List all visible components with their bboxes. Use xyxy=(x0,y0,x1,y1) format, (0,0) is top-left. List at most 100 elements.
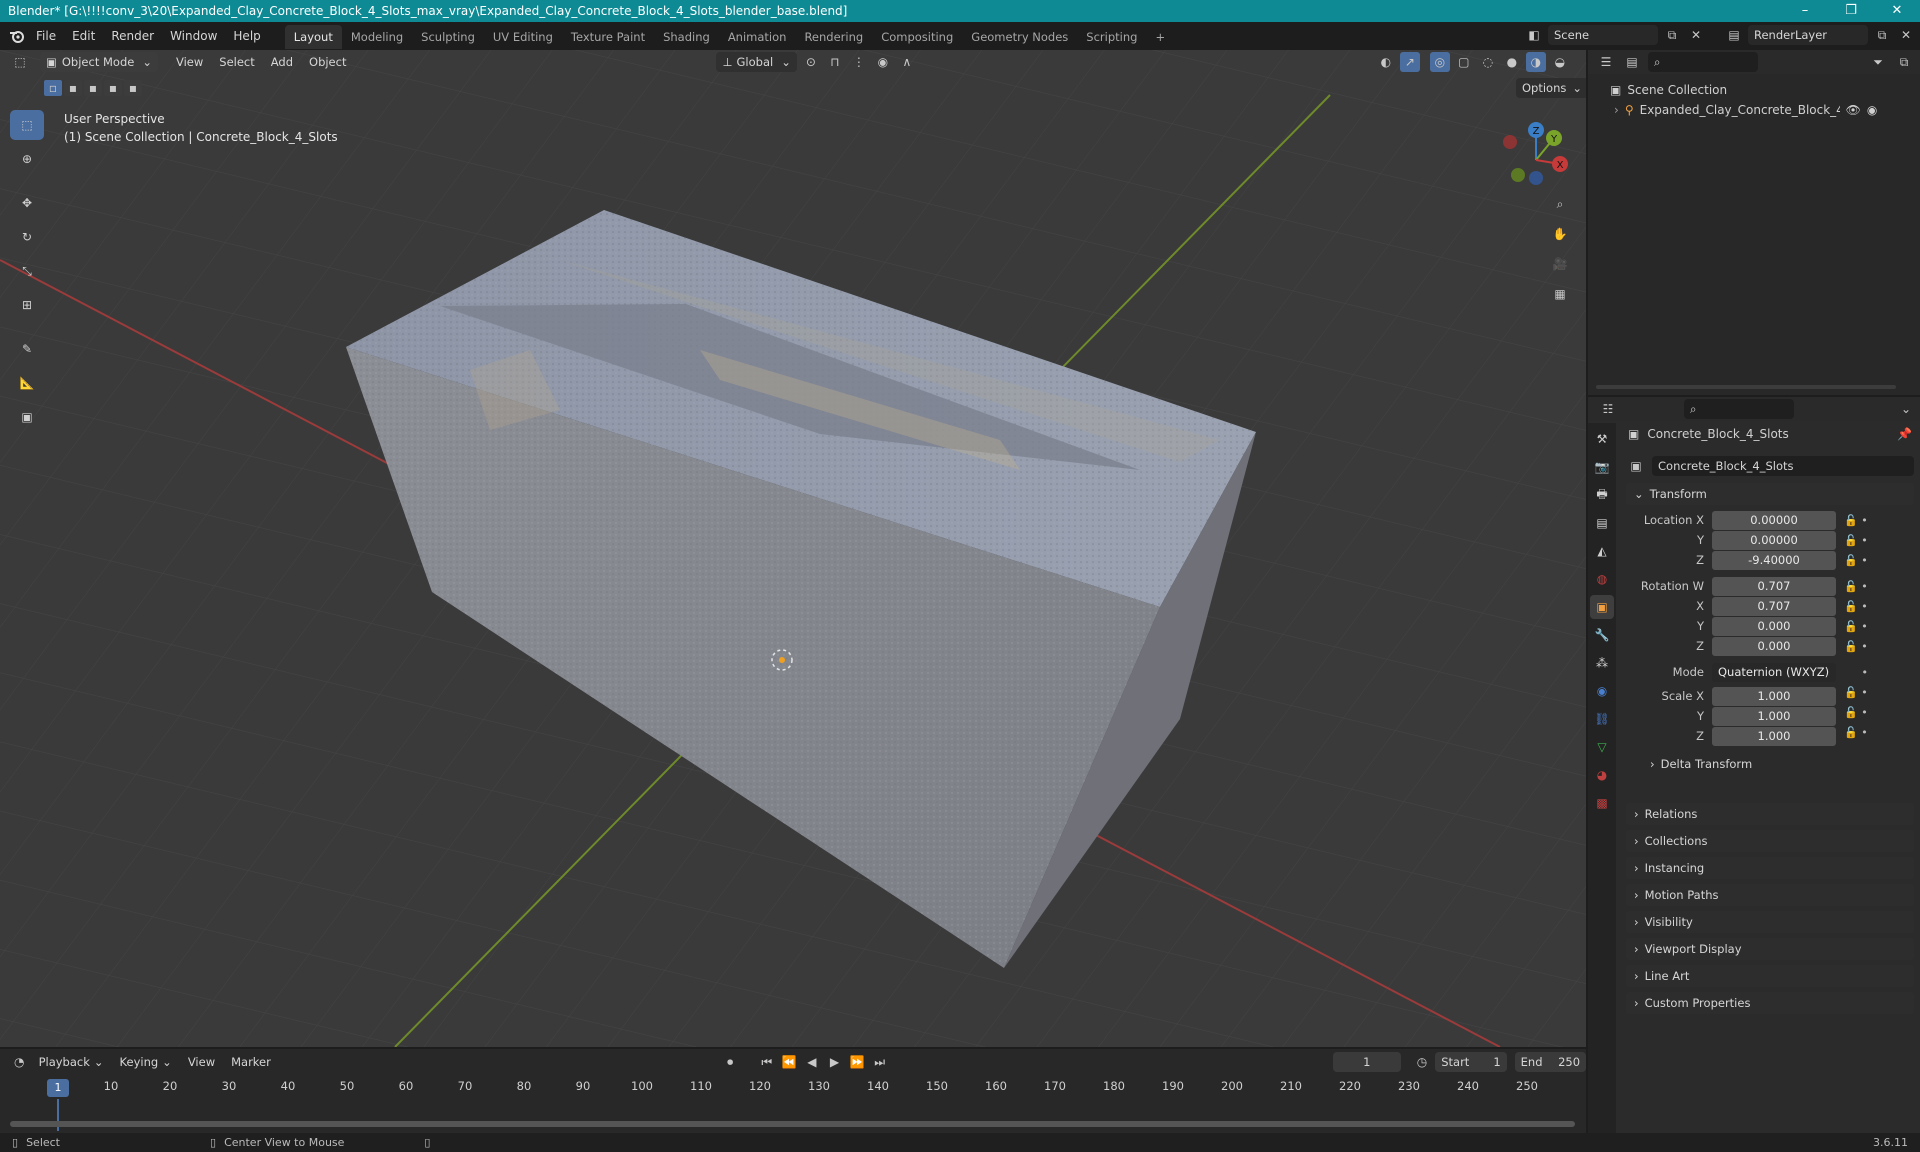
camera-render-icon[interactable]: ◉ xyxy=(1867,100,1877,120)
outliner-editor-icon[interactable]: ☰ xyxy=(1596,52,1616,72)
object-data-dropdown-icon[interactable]: ▣ xyxy=(1626,456,1646,476)
properties-editor-icon[interactable]: ☷ xyxy=(1598,399,1618,419)
material-tab-icon[interactable]: ◕ xyxy=(1590,763,1614,787)
scene-tab-icon[interactable]: ◭ xyxy=(1590,539,1614,563)
view-layer-icon[interactable]: ▤ xyxy=(1724,25,1744,45)
panel-line-art[interactable]: › Line Art xyxy=(1626,965,1914,987)
cursor-tool[interactable]: ⊕ xyxy=(10,144,44,174)
select-new-icon[interactable]: ▫ xyxy=(44,80,62,96)
rendered-shading-icon[interactable]: ◒ xyxy=(1550,52,1570,72)
tool-tab-icon[interactable]: ⚒ xyxy=(1590,427,1614,451)
tab-sculpting[interactable]: Sculpting xyxy=(412,25,484,49)
scene-name-field[interactable]: Scene xyxy=(1548,25,1658,45)
add-workspace-button[interactable]: + xyxy=(1146,25,1174,49)
orthographic-grid-icon[interactable]: ▦ xyxy=(1550,284,1570,304)
world-tab-icon[interactable]: ◍ xyxy=(1590,567,1614,591)
lock-icon[interactable]: 🔓 • xyxy=(1844,637,1904,657)
new-scene-icon[interactable]: ⧉ xyxy=(1662,25,1682,45)
render-tab-icon[interactable]: 📷 xyxy=(1590,455,1614,479)
menu-help[interactable]: Help xyxy=(225,22,268,50)
keyframe-dot-icon[interactable]: • xyxy=(1844,663,1904,683)
select-box-tool[interactable]: ⬚ xyxy=(10,110,44,140)
delta-transform-panel[interactable]: › Delta Transform xyxy=(1626,753,1914,775)
end-frame-field[interactable]: End 250 xyxy=(1514,1052,1587,1072)
tab-shading[interactable]: Shading xyxy=(654,25,719,49)
select-invert-icon[interactable]: ▪ xyxy=(104,80,122,96)
panel-custom-properties[interactable]: › Custom Properties xyxy=(1626,992,1914,1014)
tab-rendering[interactable]: Rendering xyxy=(795,25,872,49)
mode-dropdown[interactable]: ▣ Object Mode ⌄ xyxy=(40,52,158,72)
rotation-w-field[interactable]: 0.707 xyxy=(1712,577,1836,596)
scene-icon[interactable]: ◧ xyxy=(1524,25,1544,45)
menu-view[interactable]: View xyxy=(170,52,209,72)
lock-icon[interactable]: 🔓 • xyxy=(1844,683,1904,703)
start-frame-field[interactable]: Start 1 xyxy=(1435,1052,1507,1072)
tab-uv-editing[interactable]: UV Editing xyxy=(484,25,562,49)
tab-modeling[interactable]: Modeling xyxy=(342,25,412,49)
display-mode-icon[interactable]: ▤ xyxy=(1622,52,1642,72)
expand-arrow-icon[interactable]: › xyxy=(1614,100,1619,120)
lock-icon[interactable]: 🔓 • xyxy=(1844,703,1904,723)
frame-ruler[interactable]: 1 10 20 30 40 50 60 70 80 90 100 110 120… xyxy=(0,1079,1586,1099)
pivot-point-icon[interactable]: ⊙ xyxy=(801,52,821,72)
location-y-field[interactable]: 0.00000 xyxy=(1712,531,1836,550)
transform-panel-header[interactable]: ⌄ Transform xyxy=(1626,483,1914,505)
rotation-y-field[interactable]: 0.000 xyxy=(1712,617,1836,636)
timeline-editor-icon[interactable]: ◔ xyxy=(10,1052,29,1072)
panel-viewport-display[interactable]: › Viewport Display xyxy=(1626,938,1914,960)
xray-icon[interactable]: ▢ xyxy=(1454,52,1474,72)
annotate-tool[interactable]: ✎ xyxy=(10,334,44,364)
tab-animation[interactable]: Animation xyxy=(719,25,796,49)
timer-icon[interactable]: ◷ xyxy=(1413,1052,1432,1072)
tab-geometry-nodes[interactable]: Geometry Nodes xyxy=(962,25,1077,49)
minimize-button[interactable]: – xyxy=(1782,0,1828,22)
scale-y-field[interactable]: 1.000 xyxy=(1712,707,1836,726)
tab-texture-paint[interactable]: Texture Paint xyxy=(562,25,654,49)
play-reverse-icon[interactable]: ◀ xyxy=(803,1052,822,1072)
panel-motion-paths[interactable]: › Motion Paths xyxy=(1626,884,1914,906)
options-dropdown[interactable]: Options ⌄ xyxy=(1516,78,1586,98)
new-view-layer-icon[interactable]: ⧉ xyxy=(1872,25,1892,45)
panel-visibility[interactable]: › Visibility xyxy=(1626,911,1914,933)
proportional-edit-icon[interactable]: ◉ xyxy=(873,52,893,72)
object-name-field[interactable]: Concrete_Block_4_Slots xyxy=(1652,456,1914,476)
transform-orientation-dropdown[interactable]: ⊥ Global ⌄ xyxy=(716,52,797,72)
solid-shading-icon[interactable]: ● xyxy=(1502,52,1522,72)
rotate-tool[interactable]: ↻ xyxy=(10,222,44,252)
lock-icon[interactable]: 🔓 • xyxy=(1844,511,1904,531)
timeline-scrollbar[interactable] xyxy=(10,1121,1575,1127)
delete-view-layer-icon[interactable]: ✕ xyxy=(1896,25,1916,45)
panel-instancing[interactable]: › Instancing xyxy=(1626,857,1914,879)
snap-icon[interactable]: ⊓ xyxy=(825,52,845,72)
menu-playback[interactable]: Playback ⌄ xyxy=(33,1052,110,1072)
move-tool[interactable]: ✥ xyxy=(10,188,44,218)
scale-x-field[interactable]: 1.000 xyxy=(1712,687,1836,706)
object-tab-icon[interactable]: ▣ xyxy=(1590,595,1614,619)
select-subtract-icon[interactable]: ▪ xyxy=(84,80,102,96)
filter-icon[interactable]: ⏷ xyxy=(1868,52,1888,72)
falloff-icon[interactable]: ∧ xyxy=(897,52,917,72)
menu-window[interactable]: Window xyxy=(162,22,225,50)
outliner-root-row[interactable]: ▣ Scene Collection xyxy=(1610,80,1920,100)
select-intersect-icon[interactable]: ▪ xyxy=(124,80,142,96)
chevron-down-icon[interactable]: ⌄ xyxy=(1896,399,1916,419)
transform-tool[interactable]: ⊞ xyxy=(10,290,44,320)
scale-tool[interactable]: ⤡ xyxy=(10,256,44,286)
navigation-gizmo[interactable]: Z Y X xyxy=(1496,118,1576,198)
visibility-icon[interactable]: ◐ xyxy=(1376,52,1396,72)
menu-keying[interactable]: Keying ⌄ xyxy=(114,1052,178,1072)
output-tab-icon[interactable]: 🖶 xyxy=(1590,483,1614,507)
maximize-button[interactable]: ❐ xyxy=(1828,0,1874,22)
new-collection-icon[interactable]: ⧉ xyxy=(1894,52,1914,72)
wireframe-shading-icon[interactable]: ◌ xyxy=(1478,52,1498,72)
location-x-field[interactable]: 0.00000 xyxy=(1712,511,1836,530)
current-frame-field[interactable]: 1 xyxy=(1332,1052,1401,1072)
menu-file[interactable]: File xyxy=(28,22,64,50)
properties-search-input[interactable]: ⌕ xyxy=(1684,399,1794,419)
menu-marker[interactable]: Marker xyxy=(225,1052,277,1072)
outliner-scrollbar[interactable] xyxy=(1596,385,1896,389)
select-extend-icon[interactable]: ▪ xyxy=(64,80,82,96)
pan-hand-icon[interactable]: ✋ xyxy=(1550,224,1570,244)
overlay-toggle-icon[interactable]: ◎ xyxy=(1429,52,1450,72)
material-shading-icon[interactable]: ◑ xyxy=(1525,52,1546,72)
